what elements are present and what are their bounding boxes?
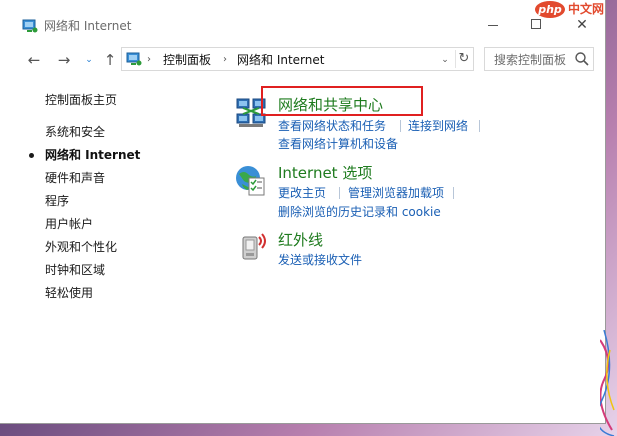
link-divider <box>339 187 340 199</box>
breadcrumb-separator-icon[interactable]: › <box>223 52 227 68</box>
sidebar-item-user-accounts[interactable]: 用户帐户 <box>45 216 93 232</box>
link-divider <box>453 187 454 199</box>
watermark-text: 中文网 <box>568 2 605 16</box>
send-receive-files-link[interactable]: 发送或接收文件 <box>278 252 362 268</box>
sidebar-item-hardware-sound[interactable]: 硬件和声音 <box>45 170 105 186</box>
desktop-wallpaper <box>600 330 615 436</box>
chevron-down-icon: ⌄ <box>85 55 93 65</box>
internet-options-link[interactable]: Internet 选项 <box>278 163 372 183</box>
back-button[interactable]: ← <box>24 50 44 70</box>
network-sharing-center-link[interactable]: 网络和共享中心 <box>278 95 383 115</box>
network-internet-icon <box>22 19 38 33</box>
search-box[interactable]: 搜索控制面板 <box>484 47 594 71</box>
sidebar-item-ease-of-access[interactable]: 轻松使用 <box>45 285 93 301</box>
infrared-icon[interactable] <box>237 229 271 263</box>
breadcrumb-control-panel[interactable]: 控制面板 <box>163 52 211 68</box>
sidebar-item-appearance[interactable]: 外观和个性化 <box>45 239 117 255</box>
minimize-button[interactable] <box>478 12 508 38</box>
link-divider <box>400 120 401 132</box>
address-dropdown-icon[interactable]: ⌄ <box>438 52 452 68</box>
refresh-icon[interactable]: ↻ <box>455 50 472 68</box>
search-icon[interactable] <box>574 51 590 67</box>
breadcrumb-separator-icon[interactable]: › <box>147 52 151 68</box>
internet-options-icon[interactable] <box>234 164 268 198</box>
back-arrow-icon: ← <box>27 51 41 69</box>
sidebar-item-programs[interactable]: 程序 <box>45 193 69 209</box>
maximize-icon <box>531 19 541 29</box>
watermark-logo: php <box>535 1 565 18</box>
infrared-link[interactable]: 红外线 <box>278 230 323 250</box>
sidebar-item-home[interactable]: 控制面板主页 <box>45 92 117 108</box>
php-watermark: php 中文网 <box>532 0 617 20</box>
forward-button[interactable]: → <box>54 50 74 70</box>
sidebar-item-system-security[interactable]: 系统和安全 <box>45 124 105 140</box>
view-network-computers-link[interactable]: 查看网络计算机和设备 <box>278 136 398 152</box>
search-input[interactable]: 搜索控制面板 <box>494 52 566 68</box>
forward-arrow-icon: → <box>57 51 71 69</box>
current-item-bullet <box>29 153 34 158</box>
link-divider <box>479 120 480 132</box>
minimize-icon <box>488 25 498 26</box>
delete-history-link[interactable]: 删除浏览的历史记录和 cookie <box>278 204 441 220</box>
control-panel-window: 网络和 Internet ✕ php 中文网 ← → ⌄ ↑ › 控制面板 › … <box>0 0 606 424</box>
view-network-status-link[interactable]: 查看网络状态和任务 <box>278 118 386 134</box>
window-title: 网络和 Internet <box>44 19 132 33</box>
connect-to-network-link[interactable]: 连接到网络 <box>408 118 468 134</box>
recent-locations-button[interactable]: ⌄ <box>79 50 99 70</box>
manage-addons-link[interactable]: 管理浏览器加载项 <box>348 185 444 201</box>
control-panel-icon <box>126 52 142 66</box>
sidebar-item-clock-region[interactable]: 时钟和区域 <box>45 262 105 278</box>
up-button[interactable]: ↑ <box>100 50 120 70</box>
breadcrumb-network-internet[interactable]: 网络和 Internet <box>237 52 324 68</box>
address-bar[interactable]: › 控制面板 › 网络和 Internet ⌄ ↻ <box>121 47 474 71</box>
change-homepage-link[interactable]: 更改主页 <box>278 185 326 201</box>
up-arrow-icon: ↑ <box>103 51 117 69</box>
sidebar-item-network-internet[interactable]: 网络和 Internet <box>45 147 140 163</box>
title-bar: 网络和 Internet ✕ <box>0 0 606 38</box>
